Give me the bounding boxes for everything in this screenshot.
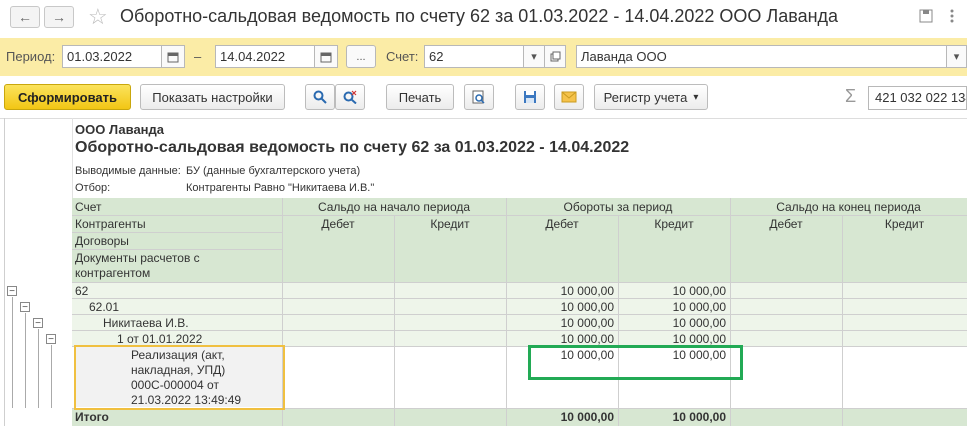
header-debit: Дебет <box>769 217 803 231</box>
turnover-debit[interactable]: 10 000,00 <box>506 284 614 298</box>
header-turnover: Обороты за период <box>563 200 673 214</box>
period-select-button[interactable]: ... <box>346 45 376 68</box>
header-contracts: Договоры <box>75 234 129 248</box>
header-credit: Кредит <box>430 217 470 231</box>
calendar-icon[interactable] <box>314 45 338 68</box>
collapse-toggle[interactable]: − <box>33 318 43 329</box>
filter-label: Отбор: <box>75 182 111 194</box>
forward-button[interactable]: → <box>44 6 74 28</box>
header-documents-line1: Документы расчетов с <box>75 251 200 265</box>
report-organization: ООО Лаванда <box>75 122 165 137</box>
organization-field[interactable]: Лаванда ООО <box>576 45 947 68</box>
header-divider <box>72 232 282 233</box>
account-field[interactable]: 62 <box>424 45 524 68</box>
header-credit: Кредит <box>884 217 925 231</box>
chevron-down-icon[interactable]: ▾ <box>946 45 967 68</box>
arrow-left-icon: ← <box>18 9 32 25</box>
row-label-counterparty[interactable]: Никитаева И.В. <box>103 316 189 330</box>
collapse-toggle[interactable]: − <box>46 334 56 345</box>
header-documents-line2: контрагентом <box>75 266 151 280</box>
collapse-toggle[interactable]: − <box>7 286 17 297</box>
turnover-debit[interactable]: 10 000,00 <box>506 316 614 330</box>
row-label-account[interactable]: 62 <box>75 284 88 298</box>
save-report-button[interactable] <box>515 84 545 110</box>
register-dropdown[interactable]: Регистр учета ▾ <box>594 84 708 110</box>
floppy-disk-icon <box>524 91 536 103</box>
total-label: Итого <box>75 410 109 424</box>
search-button[interactable] <box>305 84 335 110</box>
header-opening-balance: Сальдо на начало периода <box>317 200 471 214</box>
save-icon[interactable] <box>918 8 934 24</box>
turnover-credit[interactable]: 10 000,00 <box>618 316 726 330</box>
chevron-down-icon: ▾ <box>693 91 699 103</box>
arrow-right-icon: → <box>52 9 66 25</box>
search-icon <box>313 90 327 104</box>
window-title: Оборотно-сальдовая ведомость по счету 62… <box>120 6 839 26</box>
selected-cell-highlight <box>74 345 285 410</box>
output-label: Выводимые данные: <box>75 165 181 177</box>
turnover-debit[interactable]: 10 000,00 <box>506 332 614 346</box>
date-to-field[interactable]: 14.04.2022 <box>215 45 315 68</box>
header-divider <box>72 249 282 250</box>
search-cancel-button[interactable] <box>335 84 365 110</box>
turnover-credit[interactable]: 10 000,00 <box>618 284 726 298</box>
tree-line <box>25 313 26 408</box>
total-turnover-debit[interactable]: 10 000,00 <box>506 410 614 424</box>
calendar-icon[interactable] <box>161 45 185 68</box>
turnover-credit[interactable]: 10 000,00 <box>618 300 726 314</box>
header-credit: Кредит <box>654 217 694 231</box>
period-label: Период: <box>6 49 56 64</box>
total-turnover-credit[interactable]: 10 000,00 <box>618 410 726 424</box>
row-divider <box>72 298 967 299</box>
tree-line <box>38 329 39 408</box>
tree-line <box>51 345 52 408</box>
header-debit: Дебет <box>321 217 355 231</box>
header-account: Счет <box>75 200 102 214</box>
sum-icon: Σ <box>845 86 857 106</box>
favorite-star-icon[interactable]: ☆ <box>88 4 108 30</box>
highlight-box <box>528 345 743 380</box>
gutter-divider <box>4 118 5 426</box>
collapse-toggle[interactable]: − <box>20 302 30 313</box>
account-label: Счет: <box>386 49 419 64</box>
send-email-button[interactable] <box>554 84 584 110</box>
print-button[interactable]: Печать <box>386 84 454 110</box>
col-divider <box>842 215 843 426</box>
generate-button[interactable]: Сформировать <box>4 84 131 110</box>
print-preview-icon <box>472 90 485 104</box>
output-value: БУ (данные бухгалтерского учета) <box>186 165 361 177</box>
date-from-field[interactable]: 01.03.2022 <box>62 45 162 68</box>
back-button[interactable]: ← <box>10 6 40 28</box>
header-counterparties: Контрагенты <box>75 217 146 231</box>
register-label: Регистр учета <box>603 89 688 105</box>
row-label-contract[interactable]: 1 от 01.01.2022 <box>117 332 202 346</box>
row-divider <box>72 282 967 283</box>
tree-line <box>12 297 13 408</box>
sum-field: 421 032 022 134 <box>868 86 967 110</box>
row-divider <box>72 314 967 315</box>
header-debit: Дебет <box>545 217 579 231</box>
print-preview-button[interactable] <box>464 84 494 110</box>
open-link-icon[interactable] <box>544 45 566 68</box>
row-divider <box>72 330 967 331</box>
show-settings-button[interactable]: Показать настройки <box>140 84 285 110</box>
envelope-icon <box>561 91 577 103</box>
filter-value: Контрагенты Равно "Никитаева И.В." <box>186 182 375 194</box>
row-label-subaccount[interactable]: 62.01 <box>89 300 119 314</box>
turnover-credit[interactable]: 10 000,00 <box>618 332 726 346</box>
header-closing-balance: Сальдо на конец периода <box>776 200 921 214</box>
more-menu-icon[interactable] <box>944 8 960 24</box>
report-title: Оборотно-сальдовая ведомость по счету 62… <box>75 139 630 156</box>
header-divider <box>72 215 282 216</box>
chevron-down-icon[interactable]: ▾ <box>523 45 545 68</box>
turnover-debit[interactable]: 10 000,00 <box>506 300 614 314</box>
period-dash: – <box>194 49 202 64</box>
col-divider <box>394 215 395 426</box>
header-divider <box>282 215 967 216</box>
search-clear-icon <box>343 90 357 104</box>
col-divider <box>730 198 731 426</box>
